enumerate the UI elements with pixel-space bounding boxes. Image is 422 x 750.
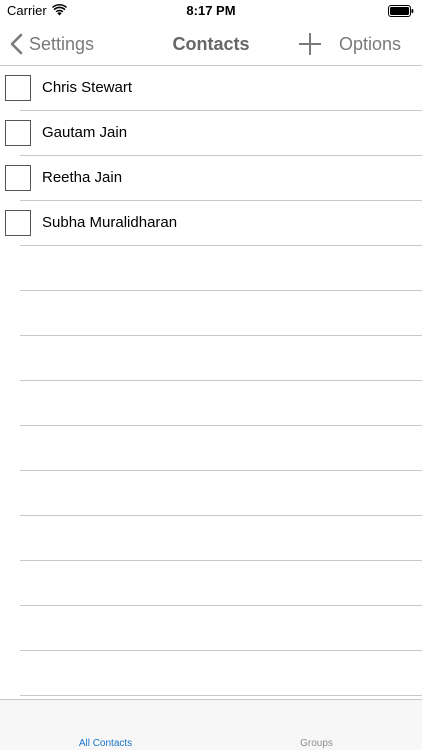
contact-name: Reetha Jain <box>42 169 123 186</box>
contact-name: Chris Stewart <box>42 79 133 96</box>
list-item[interactable]: Chris Stewart <box>0 66 422 111</box>
list-item[interactable]: Subha Muralidharan <box>0 201 422 246</box>
empty-row <box>0 516 422 561</box>
tab-bar: All Contacts Groups <box>0 699 422 750</box>
empty-row <box>0 651 422 696</box>
contact-checkbox[interactable] <box>5 210 31 236</box>
status-time: 8:17 PM <box>186 3 236 18</box>
status-bar: Carrier 8:17 PM <box>0 0 422 22</box>
empty-row <box>0 381 422 426</box>
empty-row <box>0 426 422 471</box>
tab-groups[interactable]: Groups <box>211 700 422 750</box>
empty-row <box>0 291 422 336</box>
navigation-bar: Settings Contacts Options <box>0 22 422 66</box>
tab-all-contacts[interactable]: All Contacts <box>0 700 211 750</box>
empty-row <box>0 561 422 606</box>
contact-checkbox[interactable] <box>5 165 31 191</box>
contact-name: Gautam Jain <box>42 124 128 141</box>
contact-checkbox[interactable] <box>5 120 31 146</box>
battery-icon <box>388 5 414 17</box>
back-button-label: Settings <box>29 33 95 54</box>
list-item[interactable]: Gautam Jain <box>0 111 422 156</box>
contacts-list[interactable]: Chris Stewart Gautam Jain Reetha Jain Su… <box>0 66 422 698</box>
plus-icon <box>299 33 321 55</box>
list-item[interactable]: Reetha Jain <box>0 156 422 201</box>
empty-row <box>0 606 422 651</box>
empty-row <box>0 471 422 516</box>
chevron-left-icon <box>10 33 23 55</box>
contact-checkbox[interactable] <box>5 75 31 101</box>
tab-all-contacts-label: All Contacts <box>78 738 133 749</box>
add-contact-button[interactable] <box>298 32 322 56</box>
empty-row <box>0 336 422 381</box>
tab-groups-label: Groups <box>300 738 333 749</box>
options-button[interactable]: Options <box>339 22 401 66</box>
back-button[interactable]: Settings <box>10 22 94 66</box>
contact-name: Subha Muralidharan <box>42 214 178 231</box>
empty-row <box>0 246 422 291</box>
